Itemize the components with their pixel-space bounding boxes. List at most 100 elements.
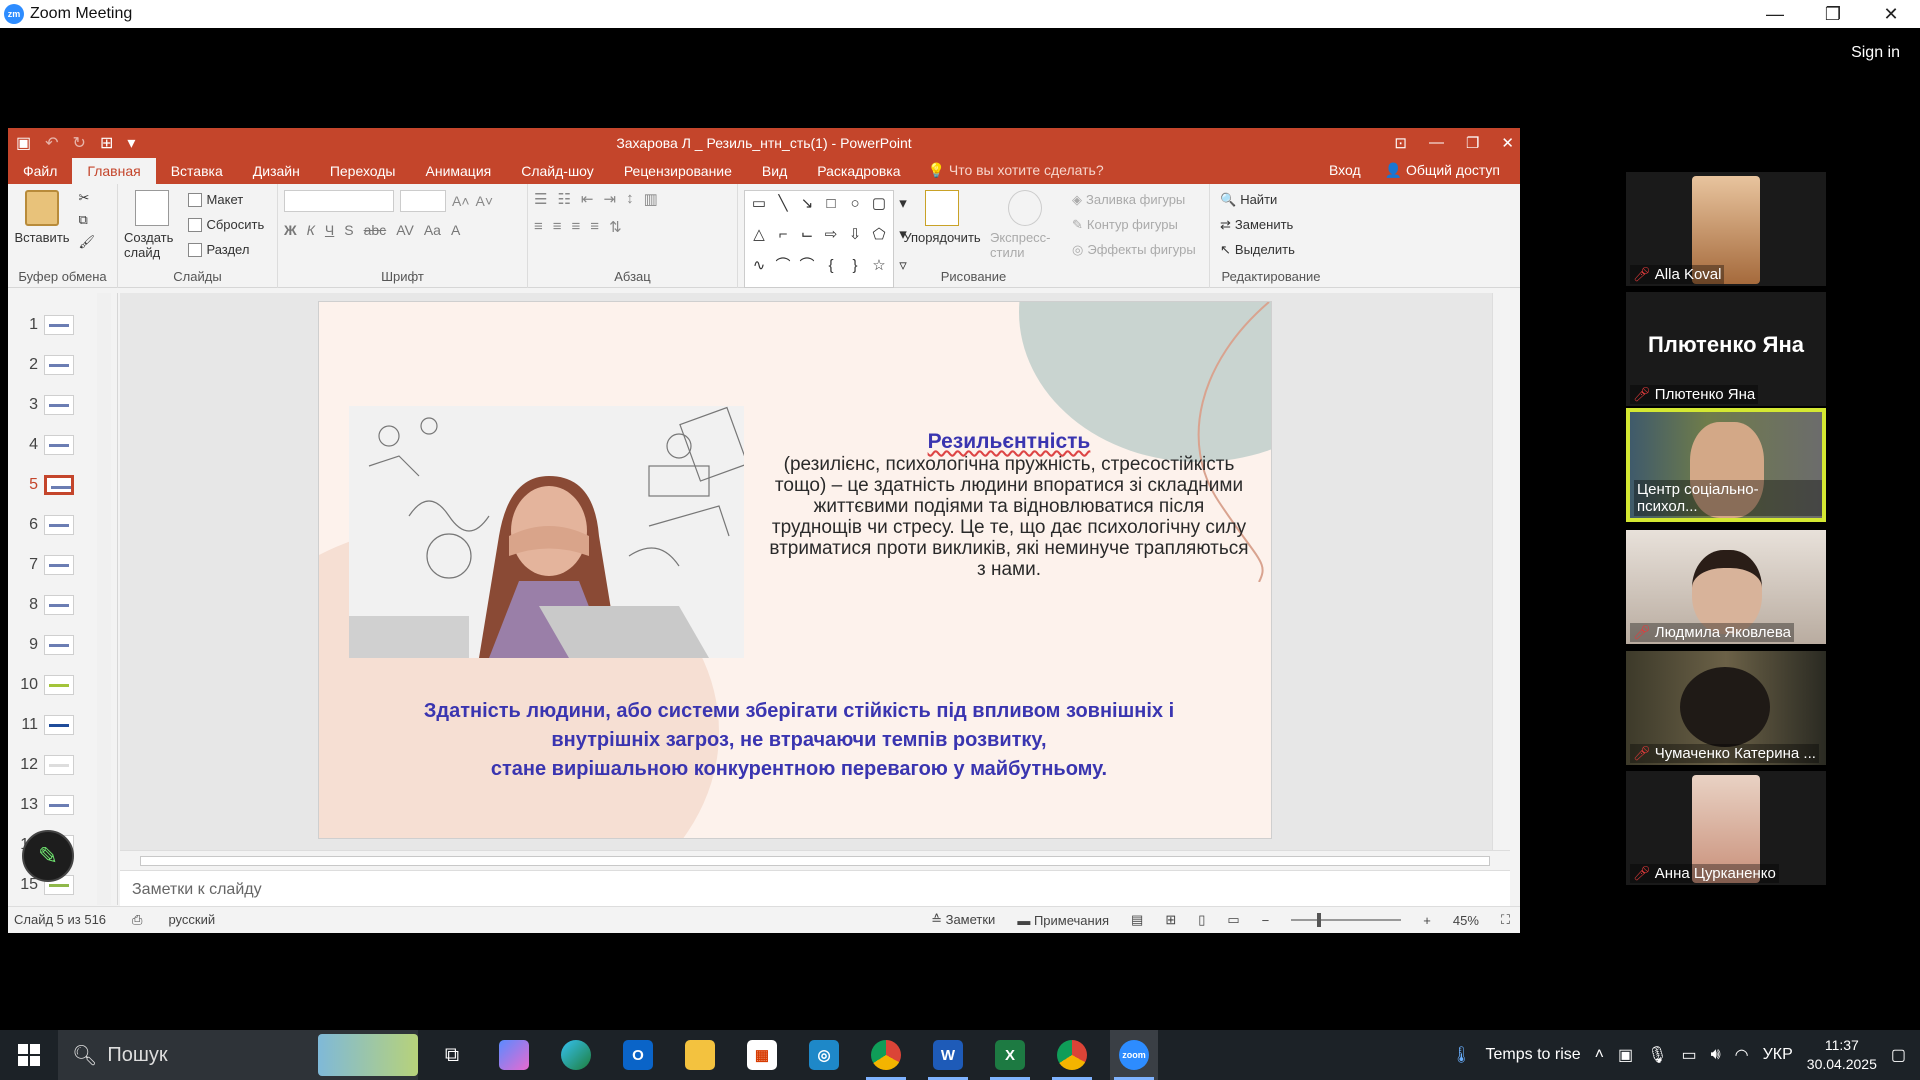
camera-icon[interactable]: ▣ — [1618, 1045, 1633, 1065]
share-button[interactable]: 👤 Общий доступ — [1385, 162, 1500, 179]
word-icon[interactable]: W — [924, 1030, 972, 1080]
comments-toggle[interactable]: ▬ Примечания — [1017, 913, 1109, 928]
connector-shape-icon[interactable]: ⌙ — [796, 225, 818, 253]
horizontal-scrollbar[interactable] — [120, 850, 1510, 870]
slide-thumb-11[interactable]: 11 — [8, 705, 98, 745]
slide-thumb-7[interactable]: 7 — [8, 545, 98, 585]
align-left-icon[interactable]: ≡ — [534, 218, 543, 236]
decrease-indent-icon[interactable]: ⇤ — [581, 190, 594, 208]
shape-effects-button[interactable]: ◎ Эффекты фигуры — [1072, 240, 1196, 259]
bullets-icon[interactable]: ☰ — [534, 190, 547, 208]
tab-view[interactable]: Вид — [747, 163, 802, 184]
elbow-shape-icon[interactable]: ⌐ — [772, 225, 794, 253]
tab-file[interactable]: Файл — [8, 163, 72, 184]
language-indicator[interactable]: русский — [168, 912, 215, 928]
chrome-icon[interactable] — [862, 1030, 910, 1080]
zoom-slider[interactable] — [1291, 913, 1402, 927]
participant-tile-active[interactable]: Центр соціально-психол... — [1626, 408, 1826, 522]
zoom-level[interactable]: 45% — [1453, 913, 1479, 928]
reset-button[interactable]: Сбросить — [188, 215, 264, 234]
tell-me-search[interactable]: 💡 Что вы хотите сделать? — [916, 162, 1116, 184]
slide-definition-text[interactable]: (резилієнс, психологічна пружність, стре… — [769, 454, 1249, 580]
slide-thumb-9[interactable]: 9 — [8, 625, 98, 665]
textbox-shape-icon[interactable]: ▭ — [748, 194, 770, 222]
slide-thumb-8[interactable]: 8 — [8, 585, 98, 625]
stressed-woman-image[interactable] — [349, 406, 744, 658]
fit-slide-icon[interactable]: ⛶ — [1501, 912, 1510, 928]
file-explorer-icon[interactable] — [676, 1030, 724, 1080]
slide-thumb-5[interactable]: 5 — [8, 465, 98, 505]
thermometer-icon[interactable]: 🌡︎ — [1451, 1045, 1471, 1065]
slide-thumb-6[interactable]: 6 — [8, 505, 98, 545]
oval-shape-icon[interactable]: ○ — [844, 194, 866, 222]
tab-slideshow[interactable]: Слайд-шоу — [506, 163, 609, 184]
participant-tile[interactable]: 🎤︎ Чумаченко Катерина ... — [1626, 651, 1826, 765]
font-size-select[interactable] — [400, 190, 446, 212]
spacing-button[interactable]: AV — [396, 222, 414, 238]
replace-button[interactable]: ⇄ Заменить — [1220, 215, 1295, 234]
ppt-minimize-button[interactable]: — — [1429, 134, 1444, 151]
annotate-pen-button[interactable]: ✎ — [22, 830, 74, 882]
normal-view-icon[interactable]: ▤ — [1131, 912, 1143, 928]
tab-home[interactable]: Главная — [72, 158, 156, 184]
minimize-button[interactable]: — — [1746, 0, 1804, 28]
paste-button[interactable]: Вставить — [14, 190, 70, 245]
shape-fill-button[interactable]: ◈ Заливка фигуры — [1072, 190, 1196, 209]
vertical-scrollbar[interactable] — [1492, 293, 1510, 850]
login-link[interactable]: Вход — [1329, 162, 1361, 179]
slide-thumb-3[interactable]: 3 — [8, 385, 98, 425]
participant-tile[interactable]: 🎤︎ Людмила Яковлева — [1626, 530, 1826, 644]
underline-button[interactable]: Ч — [325, 222, 334, 238]
down-arrow-shape-icon[interactable]: ⇩ — [844, 225, 866, 253]
volume-icon[interactable]: 🔊︎ — [1711, 1046, 1721, 1064]
shadow-button[interactable]: S — [344, 222, 353, 238]
italic-button[interactable]: К — [307, 222, 315, 238]
participant-tile[interactable]: 🎤︎ Alla Koval — [1626, 172, 1826, 286]
copy-icon[interactable]: ⧉ — [78, 212, 95, 228]
chrome-profile-icon[interactable] — [1048, 1030, 1096, 1080]
snipping-tool-icon[interactable]: ◎ — [800, 1030, 848, 1080]
pentagon-shape-icon[interactable]: ⬠ — [868, 225, 890, 253]
excel-icon[interactable]: X — [986, 1030, 1034, 1080]
ppt-restore-button[interactable]: ❐ — [1466, 134, 1479, 152]
zoom-taskbar-icon[interactable]: zoom — [1110, 1030, 1158, 1080]
zoom-out-icon[interactable]: − — [1262, 913, 1270, 928]
layout-button[interactable]: Макет — [188, 190, 264, 209]
taskbar-search[interactable]: 🔍︎ Пошук — [58, 1030, 418, 1080]
find-button[interactable]: 🔍 Найти — [1220, 190, 1295, 209]
rounded-rect-shape-icon[interactable]: ▢ — [868, 194, 890, 222]
slide-thumb-1[interactable]: 1 — [8, 305, 98, 345]
microphone-icon[interactable]: 🎙︎ — [1647, 1045, 1667, 1065]
wifi-icon[interactable]: ◠ — [1735, 1045, 1749, 1065]
zoom-in-icon[interactable]: + — [1423, 913, 1431, 928]
strikethrough-button[interactable]: abc — [364, 222, 387, 238]
spellcheck-icon[interactable]: ⎙ — [132, 912, 142, 928]
start-button[interactable] — [0, 1030, 58, 1080]
new-slide-button[interactable]: Создать слайд — [124, 190, 180, 260]
tab-insert[interactable]: Вставка — [156, 163, 238, 184]
slide-bottom-text[interactable]: Здатність людини, або системи зберігати … — [359, 697, 1239, 784]
format-painter-icon[interactable]: 🖌 — [78, 234, 95, 250]
task-view-icon[interactable]: ⧉ — [428, 1030, 476, 1080]
outlook-icon[interactable]: O — [614, 1030, 662, 1080]
slide-thumb-10[interactable]: 10 — [8, 665, 98, 705]
current-slide[interactable]: Резильєнтність (резилієнс, психологічна … — [319, 302, 1271, 838]
notes-toggle[interactable]: ≙ Заметки — [931, 912, 995, 928]
slide-thumb-13[interactable]: 13 — [8, 785, 98, 825]
rectangle-shape-icon[interactable]: □ — [820, 194, 842, 222]
notifications-icon[interactable]: ▢ — [1891, 1045, 1906, 1065]
increase-indent-icon[interactable]: ⇥ — [603, 190, 616, 208]
grow-font-icon[interactable]: A˄ — [452, 193, 470, 209]
font-color-button[interactable]: A — [451, 222, 460, 238]
store-icon[interactable]: ▦ — [738, 1030, 786, 1080]
shrink-font-icon[interactable]: A˅ — [476, 193, 494, 209]
sorter-view-icon[interactable]: ⊞ — [1165, 912, 1176, 928]
restore-button[interactable]: ❐ — [1804, 0, 1862, 28]
battery-icon[interactable]: ▭ — [1681, 1045, 1696, 1065]
bold-button[interactable]: Ж — [284, 222, 297, 238]
tab-design[interactable]: Дизайн — [238, 163, 315, 184]
ppt-close-button[interactable]: ✕ — [1501, 134, 1514, 152]
align-center-icon[interactable]: ≡ — [553, 218, 562, 236]
participant-tile[interactable]: 🎤︎ Анна Цурканенко — [1626, 771, 1826, 885]
line-spacing-icon[interactable]: ↕ — [626, 190, 634, 208]
